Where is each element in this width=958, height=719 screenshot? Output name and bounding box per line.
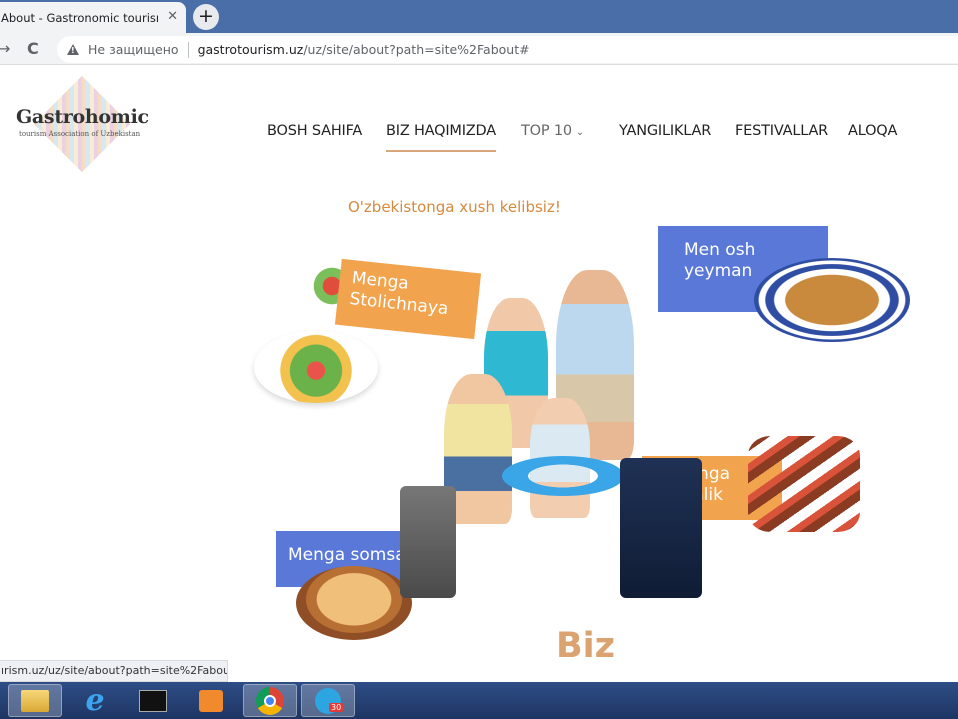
media-shape bbox=[199, 689, 223, 712]
media-icon[interactable] bbox=[184, 684, 238, 717]
menu-item-bosh-sahifa[interactable]: BOSH SAHIFA bbox=[267, 123, 362, 139]
menu-item-top-10-label: TOP 10 bbox=[521, 123, 572, 139]
menu-item-biz-haqimizda[interactable]: BIZ HAQIMIZDA bbox=[386, 123, 496, 152]
console-shape bbox=[139, 689, 167, 712]
security-label[interactable]: Не защищено bbox=[88, 42, 179, 57]
menu-item-top-10[interactable]: TOP 10 ⌄ bbox=[521, 123, 584, 139]
browser-tab-strip: About - Gastronomic tourism As ✕ + bbox=[0, 0, 958, 33]
grey-suitcase-image bbox=[400, 486, 456, 598]
explorer-icon[interactable] bbox=[8, 684, 62, 717]
forward-arrow-icon[interactable]: → bbox=[0, 39, 10, 58]
salad-plate-image bbox=[254, 331, 378, 403]
menu-item-yangiliklar[interactable]: YANGILIKLAR bbox=[619, 123, 711, 139]
logo-name: Gastrohomic bbox=[16, 106, 149, 128]
url-text[interactable]: gastrotourism.uz/uz/site/about?path=site… bbox=[198, 42, 530, 57]
tab-title: About - Gastronomic tourism As bbox=[1, 10, 158, 25]
omnibox-divider bbox=[187, 41, 189, 58]
telegram-badge: 30 bbox=[329, 702, 344, 712]
close-tab-icon[interactable]: ✕ bbox=[167, 9, 178, 24]
chrome-center bbox=[264, 694, 276, 707]
browser-tab[interactable]: About - Gastronomic tourism As ✕ bbox=[0, 2, 186, 33]
windows-taskbar: e 30 bbox=[0, 682, 958, 719]
address-bar[interactable]: Не защищено gastrotourism.uz/uz/site/abo… bbox=[57, 36, 958, 63]
speech-bubble-stolichnaya: Menga Stolichnaya bbox=[334, 258, 482, 340]
url-host: gastrotourism.uz bbox=[197, 42, 304, 57]
logo-subtitle: tourism Association of Uzbekistan bbox=[19, 130, 141, 138]
hero-banner: Menga Stolichnaya Men osh yeyman A menga… bbox=[250, 226, 920, 640]
url-path: /uz/site/about?path=site%2Fabout# bbox=[303, 42, 530, 57]
chrome-icon[interactable] bbox=[243, 684, 297, 717]
plov-plate-image bbox=[754, 258, 910, 342]
reload-icon[interactable]: C bbox=[27, 39, 39, 58]
web-page: Gastrohomic tourism Association of Uzbek… bbox=[0, 66, 958, 682]
cmd-icon[interactable] bbox=[126, 684, 180, 717]
new-tab-button[interactable]: + bbox=[193, 4, 219, 30]
ie-icon[interactable]: e bbox=[68, 683, 122, 718]
ie-glyph: e bbox=[85, 683, 105, 718]
menu-item-festivallar[interactable]: FESTIVALLAR bbox=[735, 123, 828, 139]
warning-icon bbox=[67, 44, 79, 55]
chrome-ring bbox=[256, 686, 284, 715]
welcome-text: O'zbekistonga xush kelibsiz! bbox=[348, 198, 561, 216]
menu-item-aloqa[interactable]: ALOQA bbox=[848, 123, 897, 139]
link-status-bar: ırism.uz/uz/site/about?path=site%2Fabout… bbox=[0, 660, 228, 682]
folder-shape bbox=[21, 689, 49, 712]
blue-suitcase-image bbox=[620, 458, 702, 598]
section-heading: Biz bbox=[556, 626, 616, 666]
somsa-plate-image bbox=[296, 566, 412, 640]
telegram-icon[interactable]: 30 bbox=[301, 684, 355, 717]
site-logo[interactable]: Gastrohomic tourism Association of Uzbek… bbox=[14, 75, 156, 182]
browser-toolbar: → C Не защищено gastrotourism.uz/uz/site… bbox=[0, 33, 958, 65]
swim-ring-image bbox=[502, 456, 624, 496]
chevron-down-icon: ⌄ bbox=[575, 127, 585, 138]
shashlik-skewers-image bbox=[748, 436, 860, 532]
telegram-circle: 30 bbox=[315, 687, 344, 714]
